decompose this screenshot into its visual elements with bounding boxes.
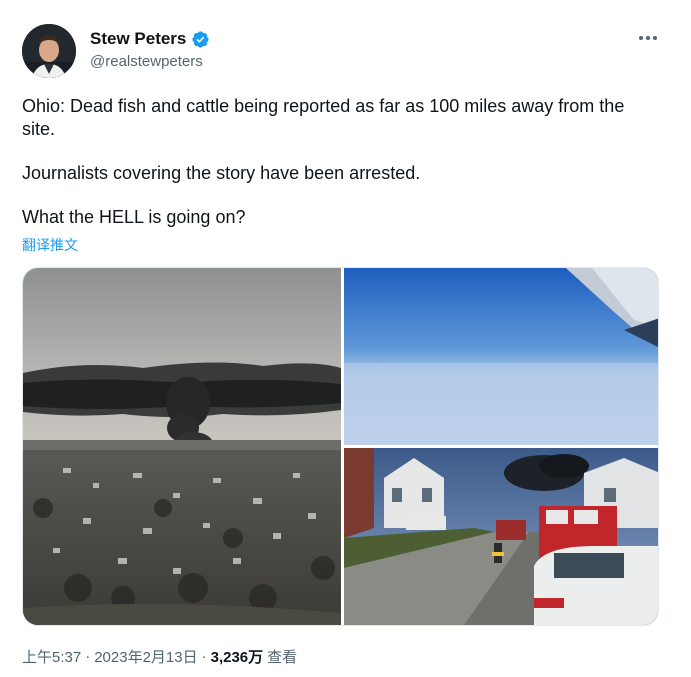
more-horizontal-icon: [639, 36, 643, 40]
author-display-name[interactable]: Stew Peters: [90, 29, 186, 49]
meta-separator: ·: [201, 648, 207, 665]
tweet-paragraph: What the HELL is going on?: [22, 207, 246, 227]
view-count: 3,236万: [210, 649, 264, 666]
media-photo-airplane-wing[interactable]: [344, 268, 659, 445]
media-photo-smoke-aerial[interactable]: [23, 268, 341, 625]
media-grid: [22, 267, 659, 626]
tweet-text: Ohio: Dead fish and cattle being reporte…: [22, 95, 662, 250]
avatar-image: [22, 24, 76, 78]
more-dot: [646, 36, 650, 40]
meta-separator: ·: [85, 648, 91, 665]
translate-tweet-link[interactable]: 翻译推文: [22, 235, 78, 255]
more-dot: [653, 36, 657, 40]
tweet-paragraph: Ohio: Dead fish and cattle being reporte…: [22, 96, 625, 139]
author-name-row: Stew Peters: [90, 29, 210, 49]
avatar[interactable]: [22, 24, 76, 78]
verified-badge-icon: [191, 30, 210, 49]
more-options-button[interactable]: [635, 28, 661, 48]
tweet-paragraph: Journalists covering the story have been…: [22, 163, 421, 183]
tweet-time[interactable]: 上午5:37: [22, 646, 81, 667]
tweet-meta: 上午5:37 · 2023年2月13日 · 3,236万 查看: [22, 646, 297, 667]
media-photo-street-firetruck[interactable]: [344, 448, 659, 625]
author-handle[interactable]: @realstewpeters: [90, 53, 203, 70]
tweet-date[interactable]: 2023年2月13日: [94, 646, 197, 667]
view-label: 查看: [267, 649, 298, 666]
